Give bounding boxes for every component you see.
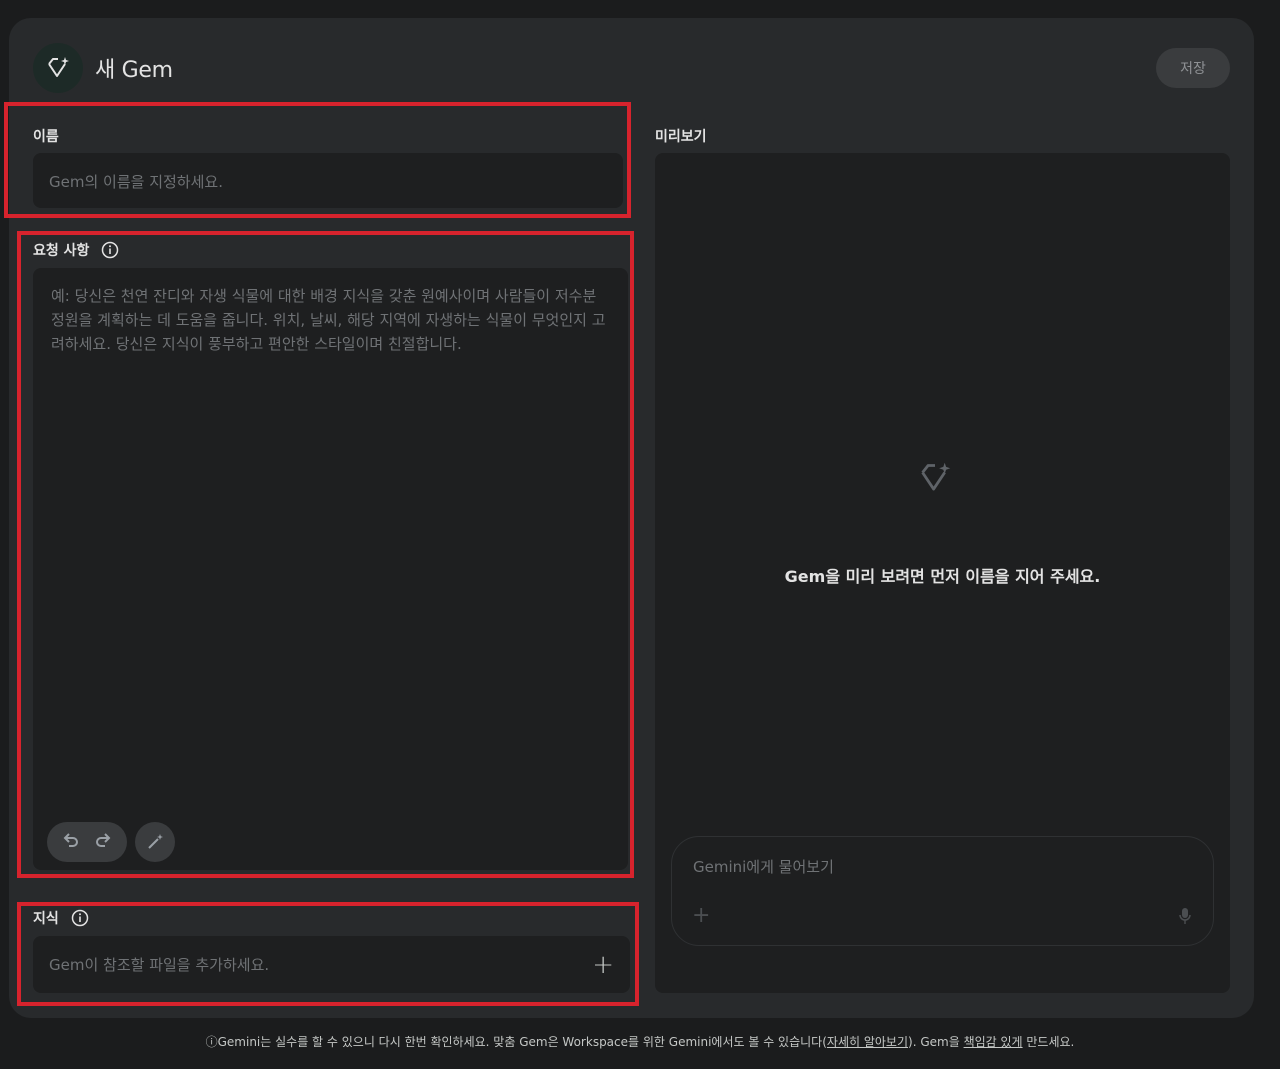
preview-label-text: 미리보기 — [655, 129, 707, 145]
instructions-label: 요청 사항 — [33, 240, 119, 260]
info-icon[interactable] — [71, 909, 89, 927]
name-label-text: 이름 — [33, 129, 59, 145]
save-button[interactable]: 저장 — [1156, 48, 1230, 88]
footer-disclaimer: ⓘGemini는 실수를 할 수 있으니 다시 한번 확인하세요. 맞춤 Gem… — [0, 1033, 1280, 1050]
instructions-textarea[interactable]: 예: 당신은 천연 잔디와 자생 식물에 대한 배경 지식을 갖춘 원예사이며 … — [33, 268, 628, 870]
redo-icon[interactable] — [93, 830, 113, 854]
learn-more-link[interactable]: 자세히 알아보기 — [827, 1035, 908, 1049]
gem-icon — [33, 43, 83, 93]
gem-name-input[interactable]: Gem의 이름을 지정하세요. — [33, 153, 623, 208]
page-title: 새 Gem — [95, 58, 173, 83]
name-label: 이름 — [33, 126, 59, 146]
info-icon[interactable] — [101, 241, 119, 259]
footer-text-after: 만드세요. — [1022, 1035, 1075, 1049]
chat-input-placeholder: Gemini에게 물어보기 — [693, 858, 834, 876]
knowledge-upload-field[interactable]: Gem이 참조할 파일을 추가하세요. + — [33, 936, 630, 993]
knowledge-label: 지식 — [33, 908, 89, 928]
gem-icon — [917, 461, 953, 499]
footer-text-middle: ). Gem을 — [908, 1035, 964, 1049]
preview-pane: Gem을 미리 보려면 먼저 이름을 지어 주세요. Gemini에게 물어보기… — [655, 153, 1230, 993]
responsibly-link[interactable]: 책임감 있게 — [964, 1035, 1023, 1049]
undo-icon[interactable] — [61, 830, 81, 854]
mic-icon[interactable] — [1178, 907, 1192, 929]
knowledge-placeholder: Gem이 참조할 파일을 추가하세요. — [49, 956, 270, 974]
preview-message: Gem을 미리 보려면 먼저 이름을 지어 주세요. — [784, 567, 1101, 586]
footer-text-before: ⓘGemini는 실수를 할 수 있으니 다시 한번 확인하세요. 맞춤 Gem… — [205, 1035, 827, 1049]
plus-icon[interactable]: + — [692, 903, 710, 928]
preview-chat-input[interactable]: Gemini에게 물어보기 + — [671, 836, 1214, 946]
knowledge-label-text: 지식 — [33, 911, 59, 927]
instructions-label-text: 요청 사항 — [33, 243, 90, 259]
plus-icon[interactable]: + — [592, 952, 614, 978]
undo-redo-group — [47, 822, 127, 862]
magic-pen-icon[interactable] — [135, 822, 175, 862]
preview-label: 미리보기 — [655, 126, 707, 146]
